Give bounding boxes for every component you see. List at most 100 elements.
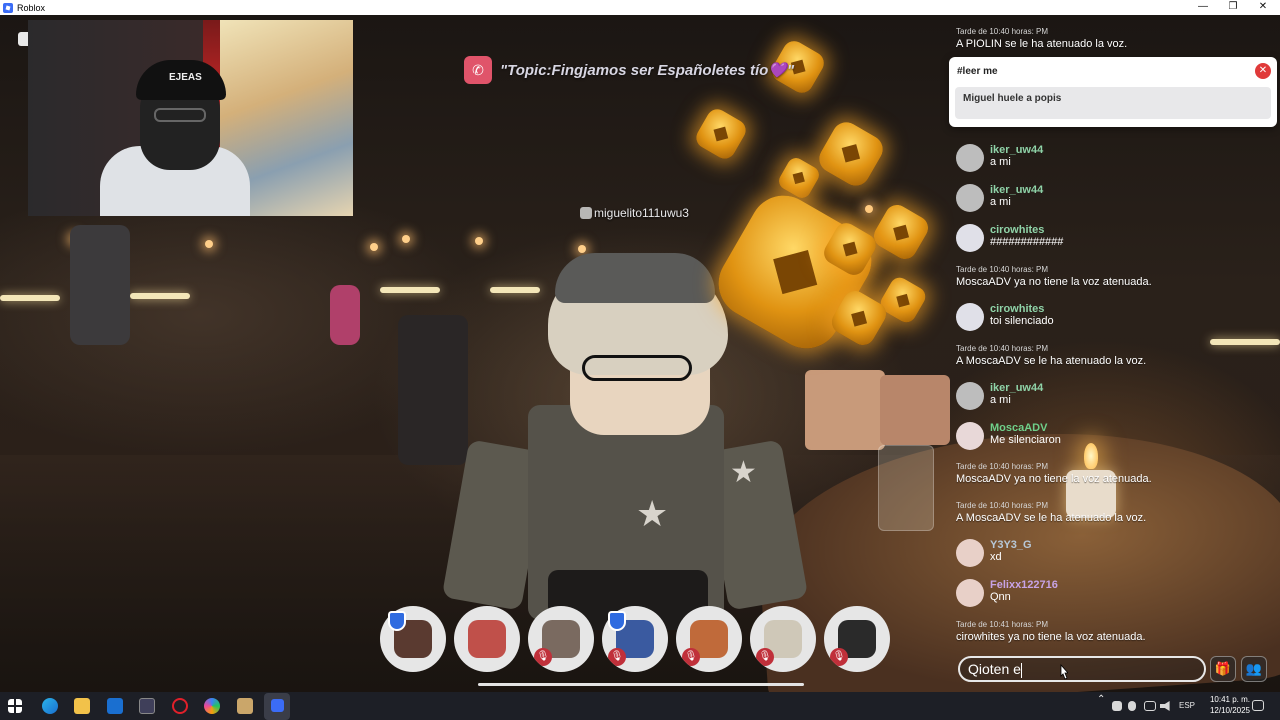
- ceiling-light: [205, 240, 213, 248]
- avatar[interactable]: [956, 303, 984, 331]
- message-time: Tarde de 10:40 horas: PM: [956, 344, 1049, 353]
- robux-coin-icon: [814, 117, 888, 191]
- ceiling-light: [370, 243, 378, 251]
- minimize-button[interactable]: —: [1188, 0, 1218, 15]
- voice-participants-dock: 🎙 🎙 🎙 🎙 🎙: [380, 606, 890, 680]
- chat-message: cirowhites ############: [956, 224, 1063, 252]
- message-username[interactable]: iker_uw44: [990, 382, 1043, 394]
- message-text: A PIOLIN se le ha atenuado la voz.: [956, 38, 1128, 50]
- microphone-icon[interactable]: [1128, 701, 1136, 711]
- windows-start-icon[interactable]: [8, 699, 22, 713]
- message-username[interactable]: Y3Y3_G: [990, 539, 1032, 551]
- app-icon[interactable]: [237, 698, 253, 714]
- avatar[interactable]: [956, 382, 984, 410]
- avatar[interactable]: [956, 224, 984, 252]
- message-text: MoscaADV ya no tiene la voz atenuada.: [956, 473, 1152, 485]
- glass: [878, 445, 934, 531]
- device-icon[interactable]: [1112, 701, 1122, 711]
- message-text: MoscaADV ya no tiene la voz atenuada.: [956, 276, 1152, 288]
- message-username[interactable]: cirowhites: [990, 303, 1054, 315]
- notifications-icon[interactable]: [1252, 700, 1264, 711]
- clock-date: 12/10/2025: [1209, 706, 1250, 715]
- chat-system-message: Tarde de 10:40 horas: PM MoscaADV ya no …: [956, 265, 1152, 288]
- ceiling-light: [402, 235, 410, 243]
- copilot-icon[interactable]: [204, 698, 220, 714]
- message-text: A MoscaADV se le ha atenuado la voz.: [956, 355, 1147, 367]
- clock-time: 10:41 p. m.: [1209, 695, 1250, 704]
- roblox-icon: [271, 699, 284, 712]
- phone-icon[interactable]: ✆: [464, 56, 492, 84]
- chat-message: Felixx122716 Qnn: [956, 579, 1058, 607]
- ceiling-light: [865, 205, 873, 213]
- chat-message: Y3Y3_G xd: [956, 539, 1032, 567]
- mic-muted-icon[interactable]: 🎙: [830, 648, 848, 666]
- people-button[interactable]: 👥: [1241, 656, 1267, 682]
- message-username[interactable]: cirowhites: [990, 224, 1063, 236]
- message-username[interactable]: MoscaADV: [990, 422, 1061, 434]
- chat-input-value: Qioten e: [968, 661, 1021, 677]
- store-icon[interactable]: [139, 698, 155, 714]
- chat-message: cirowhites toi silenciado: [956, 303, 1054, 331]
- text-caret: [1020, 662, 1022, 678]
- avatar[interactable]: [956, 422, 984, 450]
- lamp-strip: [380, 287, 440, 293]
- chair: [805, 370, 885, 450]
- outlook-icon[interactable]: [107, 698, 123, 714]
- voice-avatar[interactable]: 🎙: [676, 606, 742, 672]
- webcam-overlay: EJEAS: [28, 20, 353, 216]
- message-time: Tarde de 10:41 horas: PM: [956, 620, 1049, 629]
- message-text: a mi: [990, 156, 1011, 168]
- close-window-button[interactable]: ✕: [1248, 0, 1278, 15]
- dock-scrollbar[interactable]: [478, 683, 804, 686]
- avatar[interactable]: [956, 184, 984, 212]
- mouse-cursor-icon: [1060, 664, 1068, 680]
- message-username[interactable]: iker_uw44: [990, 144, 1043, 156]
- mic-muted-icon[interactable]: 🎙: [756, 648, 774, 666]
- chat-input[interactable]: Qioten e: [958, 656, 1206, 682]
- restore-button[interactable]: ❐: [1218, 0, 1248, 15]
- message-text: toi silenciado: [990, 315, 1054, 327]
- message-text: a mi: [990, 196, 1011, 208]
- taskbar-clock[interactable]: 10:41 p. m. 12/10/2025: [1190, 694, 1250, 716]
- avatar[interactable]: [956, 539, 984, 567]
- message-text: xd: [990, 551, 1002, 563]
- ceiling-light: [475, 237, 483, 245]
- chat-message: iker_uw44 a mi: [956, 382, 1043, 410]
- player-name: miguelito111uwu3: [594, 206, 689, 220]
- avatar[interactable]: [956, 144, 984, 172]
- opera-icon[interactable]: [172, 698, 188, 714]
- avatar-glasses: [582, 355, 692, 381]
- gift-button[interactable]: 🎁: [1210, 656, 1236, 682]
- voice-avatar[interactable]: 🎙: [750, 606, 816, 672]
- chat-message: iker_uw44 a mi: [956, 184, 1043, 212]
- close-icon[interactable]: ✕: [1255, 63, 1271, 79]
- pinned-message: #leer me ✕ Miguel huele a popis: [949, 57, 1277, 127]
- windows-taskbar: [0, 692, 1280, 720]
- message-username[interactable]: iker_uw44: [990, 184, 1043, 196]
- lamp-strip: [0, 295, 60, 301]
- mic-muted-icon[interactable]: 🎙: [682, 648, 700, 666]
- message-time: Tarde de 10:40 horas: PM: [956, 27, 1049, 36]
- shield-icon: [388, 611, 406, 631]
- voice-topic-banner: ✆ "Topic:Fingjamos ser Españoletes tío💜": [464, 56, 794, 84]
- tray-expand-icon[interactable]: ⌃: [1097, 694, 1105, 705]
- file-explorer-icon[interactable]: [74, 698, 90, 714]
- network-icon[interactable]: [1144, 701, 1156, 711]
- star-icon: ★: [730, 456, 757, 489]
- message-time: Tarde de 10:40 horas: PM: [956, 462, 1049, 471]
- player-nametag: miguelito111uwu3: [580, 206, 689, 220]
- edge-icon[interactable]: [42, 698, 58, 714]
- message-username[interactable]: Felixx122716: [990, 579, 1058, 591]
- star-icon: ★: [636, 493, 669, 534]
- voice-avatar[interactable]: 🎙: [528, 606, 594, 672]
- mic-muted-icon[interactable]: 🎙: [608, 648, 626, 666]
- robux-coin-icon: [692, 105, 750, 163]
- chat-system-message: Tarde de 10:40 horas: PM A PIOLIN se le …: [956, 27, 1127, 50]
- voice-avatar[interactable]: 🎙: [824, 606, 890, 672]
- voice-avatar[interactable]: [454, 606, 520, 672]
- mic-muted-icon[interactable]: 🎙: [534, 648, 552, 666]
- background-avatar: [330, 285, 360, 345]
- cap-logo: EJEAS: [169, 72, 202, 83]
- avatar[interactable]: [956, 579, 984, 607]
- lamp-strip: [490, 287, 540, 293]
